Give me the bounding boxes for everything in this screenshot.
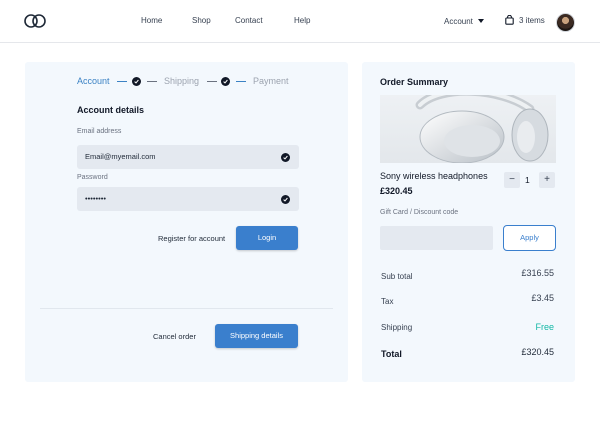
- user-avatar[interactable]: [556, 13, 575, 32]
- step-complete-check-icon: [221, 77, 230, 86]
- subtotal-label: Sub total: [381, 272, 413, 281]
- nav-help-link[interactable]: Help: [294, 16, 310, 25]
- cancel-order-link[interactable]: Cancel order: [153, 332, 196, 341]
- tax-value: £3.45: [531, 293, 554, 303]
- section-divider: [40, 308, 333, 309]
- brand-logo-icon[interactable]: [24, 13, 46, 29]
- cart-count: 3 items: [519, 15, 545, 25]
- subtotal-value: £316.55: [521, 268, 554, 278]
- valid-check-icon: [281, 153, 290, 162]
- nav-home-link[interactable]: Home: [141, 16, 162, 25]
- email-label: Email address: [77, 128, 122, 135]
- valid-check-icon: [281, 195, 290, 204]
- order-summary-title: Order Summary: [380, 77, 449, 87]
- total-label: Total: [381, 349, 402, 359]
- product-image: [380, 95, 556, 163]
- nav-shop-link[interactable]: Shop: [192, 16, 211, 25]
- email-value: Email@myemail.com: [85, 152, 156, 161]
- step-account[interactable]: Account: [77, 76, 110, 86]
- nav-contact-link[interactable]: Contact: [235, 16, 263, 25]
- total-value: £320.45: [521, 347, 554, 357]
- step-payment[interactable]: Payment: [253, 76, 289, 86]
- account-dropdown-label: Account: [444, 17, 473, 26]
- step-complete-check-icon: [132, 77, 141, 86]
- email-field[interactable]: Email@myemail.com: [77, 145, 299, 169]
- shipping-value: Free: [535, 322, 554, 332]
- top-navbar: Home Shop Contact Help Account 3 items: [0, 0, 600, 43]
- step-connector: [236, 81, 246, 82]
- step-shipping[interactable]: Shipping: [164, 76, 199, 86]
- caret-down-icon: [477, 19, 484, 23]
- product-name: Sony wireless headphones: [380, 171, 488, 181]
- shipping-label: Shipping: [381, 323, 413, 332]
- password-field[interactable]: ••••••••: [77, 187, 299, 211]
- gift-card-input[interactable]: [380, 226, 493, 250]
- password-label: Password: [77, 174, 108, 181]
- step-connector: [207, 81, 217, 82]
- step-connector: [147, 81, 157, 82]
- shopping-bag-icon: [505, 15, 514, 25]
- account-details-title: Account details: [77, 105, 145, 115]
- gift-card-label: Gift Card / Discount code: [380, 209, 459, 216]
- login-button[interactable]: Login: [236, 226, 298, 250]
- cart-button[interactable]: 3 items: [505, 15, 545, 25]
- tax-label: Tax: [381, 297, 394, 306]
- apply-code-button[interactable]: Apply: [503, 225, 556, 251]
- quantity-decrease-button[interactable]: −: [504, 172, 520, 188]
- step-connector: [117, 81, 127, 82]
- headphones-icon: [415, 95, 549, 163]
- password-value: ••••••••: [85, 194, 107, 203]
- shipping-details-button[interactable]: Shipping details: [215, 324, 298, 348]
- quantity-increase-button[interactable]: +: [539, 172, 555, 188]
- register-link[interactable]: Register for account: [158, 234, 225, 243]
- product-price: £320.45: [380, 186, 413, 196]
- account-dropdown[interactable]: Account: [444, 17, 484, 26]
- quantity-value: 1: [525, 175, 530, 185]
